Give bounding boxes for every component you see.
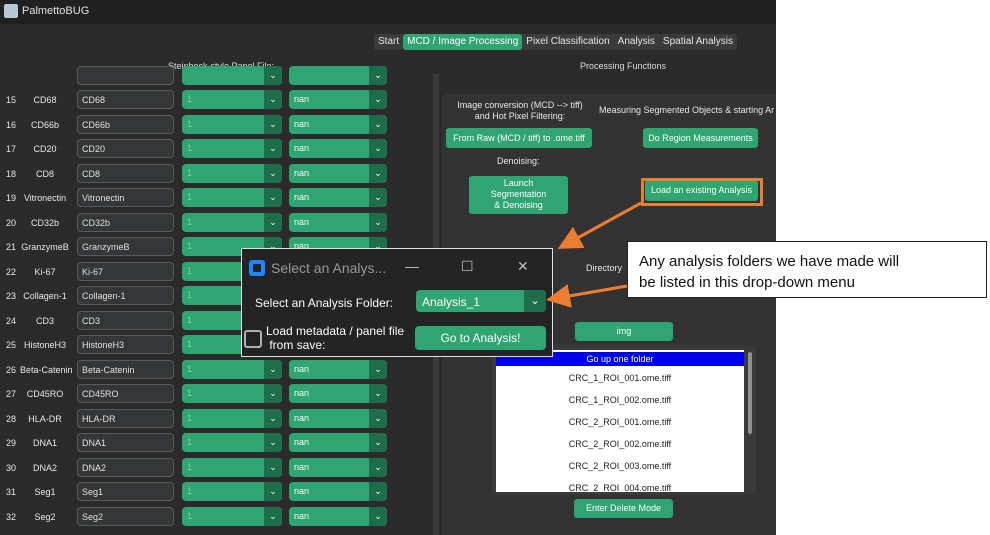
arrow-to-dialog bbox=[557, 201, 642, 249]
arrow-to-dropdown bbox=[546, 284, 628, 308]
annotation-arrows bbox=[546, 201, 642, 308]
